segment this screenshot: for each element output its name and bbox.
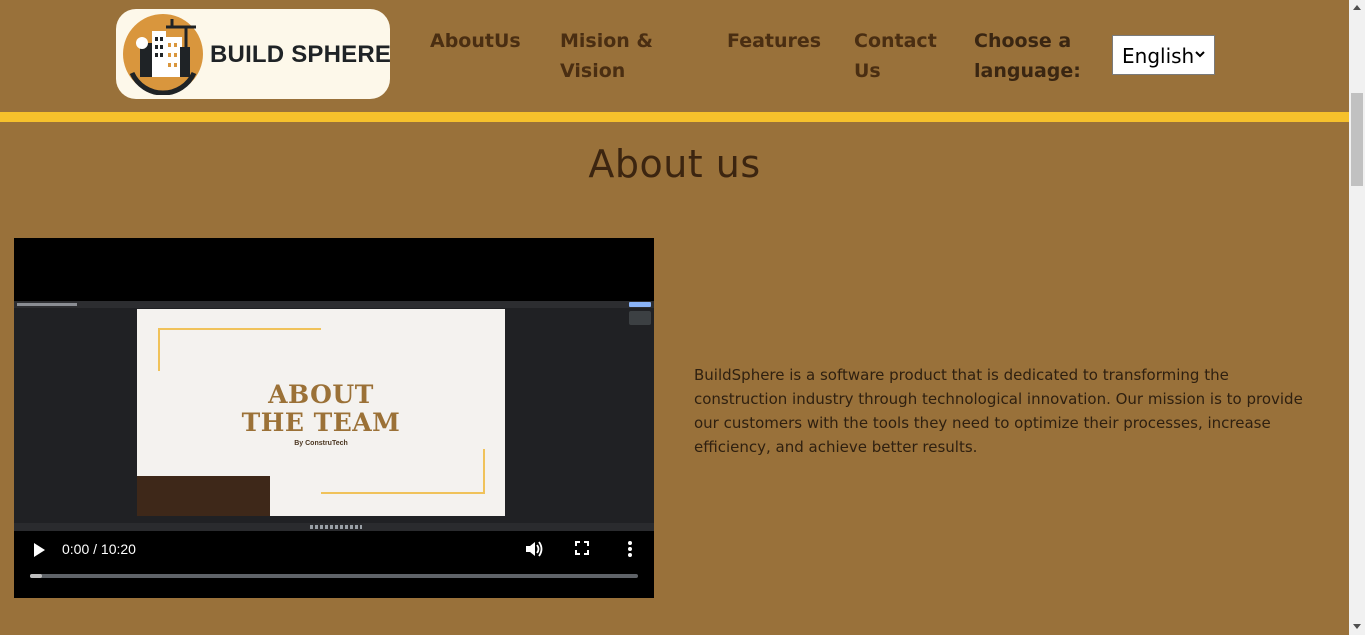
nav-mission-vision[interactable]: Mision & Vision xyxy=(560,26,680,86)
language-selected-value: English xyxy=(1122,44,1195,68)
video-controls: 0:00 / 10:20 xyxy=(14,531,654,598)
page-title: About us xyxy=(588,142,761,186)
site-header: BUILD SPHERE AboutUs Mision & Vision Fea… xyxy=(0,0,1349,112)
nav-features[interactable]: Features xyxy=(727,26,821,56)
slide-subtitle: By ConstruTech xyxy=(294,440,348,447)
page-scrollbar[interactable] xyxy=(1349,0,1365,635)
chevron-down-icon xyxy=(1195,51,1205,58)
fullscreen-icon[interactable] xyxy=(575,541,589,555)
slide-decor-line xyxy=(158,328,321,330)
presentation-slide: ABOUT THE TEAM By ConstruTech xyxy=(137,309,505,516)
language-label: Choose a language: xyxy=(974,30,1081,82)
volume-icon[interactable] xyxy=(525,540,543,558)
video-frame-tab xyxy=(17,303,77,306)
slide-decor-block xyxy=(137,476,270,516)
nav-about-us[interactable]: AboutUs xyxy=(430,26,521,56)
video-frame-toolbar xyxy=(14,523,654,531)
video-time: 0:00 / 10:20 xyxy=(62,541,136,557)
video-frame-camera-thumbnail xyxy=(629,311,651,325)
scroll-up-icon[interactable] xyxy=(1353,5,1361,10)
play-icon[interactable] xyxy=(32,542,46,558)
logo[interactable]: BUILD SPHERE xyxy=(116,9,392,99)
video-frame-button xyxy=(629,302,651,307)
slide-title: ABOUT THE TEAM xyxy=(241,380,401,437)
slide-decor-line xyxy=(158,328,160,371)
header-divider xyxy=(0,112,1349,122)
scrollbar-thumb[interactable] xyxy=(1351,93,1363,186)
video-frame-toolbar-dots xyxy=(310,525,362,529)
about-description: BuildSphere is a software product that i… xyxy=(694,366,1303,456)
building-logo-icon xyxy=(123,14,203,95)
video-progress-bar[interactable] xyxy=(30,574,638,578)
more-options-icon[interactable] xyxy=(626,540,634,558)
video-frame-topbar xyxy=(14,301,654,308)
language-select[interactable]: English xyxy=(1112,35,1215,75)
scroll-down-icon[interactable] xyxy=(1353,624,1361,629)
nav-contact-us[interactable]: Contact Us xyxy=(854,26,937,86)
logo-text: BUILD SPHERE xyxy=(210,41,392,68)
video-frame: ABOUT THE TEAM By ConstruTech xyxy=(14,301,654,531)
video-progress-fill xyxy=(30,574,43,578)
video-player[interactable]: ABOUT THE TEAM By ConstruTech 0:00 / 10:… xyxy=(14,238,654,598)
slide-decor-line xyxy=(321,492,485,494)
slide-decor-line xyxy=(483,449,485,494)
